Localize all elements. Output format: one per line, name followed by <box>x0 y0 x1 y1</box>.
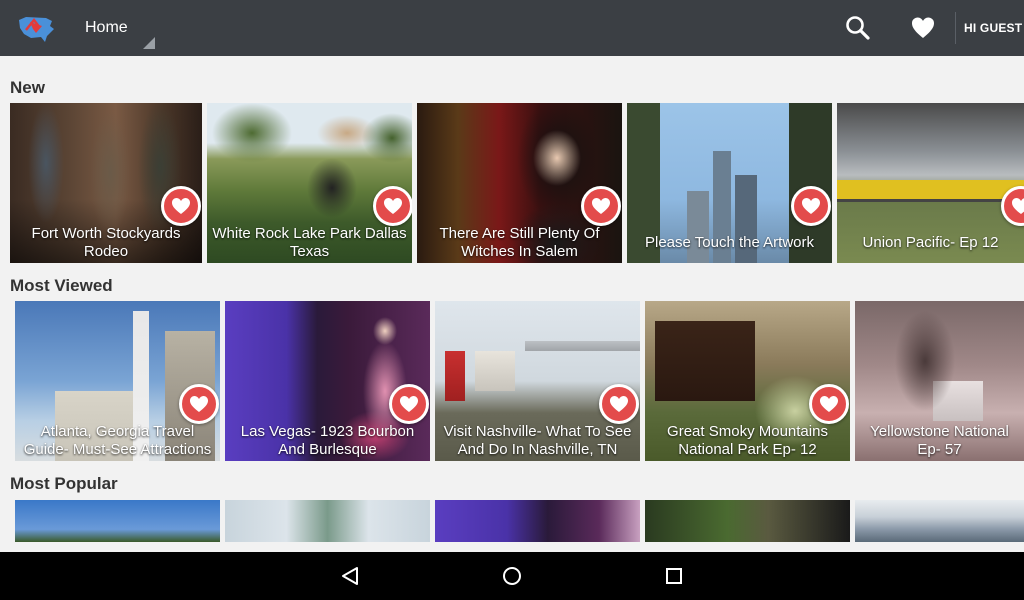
home-feed[interactable]: New Fort Worth Stockyards Rodeo White Ro… <box>0 56 1024 552</box>
home-icon[interactable] <box>500 564 524 588</box>
video-title: Visit Nashville- What To See And Do In N… <box>443 423 632 458</box>
app-bar: Home HI GUEST <box>0 0 1024 56</box>
recents-icon[interactable] <box>662 564 686 588</box>
section-title-most-viewed: Most Viewed <box>10 276 113 295</box>
toolbar-divider <box>955 12 956 44</box>
favorites-heart-icon[interactable] <box>909 14 937 42</box>
favorite-heart-icon[interactable] <box>389 384 429 424</box>
video-title: White Rock Lake Park Dallas Texas <box>212 225 407 260</box>
dropdown-caret-icon[interactable] <box>143 37 155 49</box>
video-card[interactable]: Visit Nashville- What To See And Do In N… <box>435 301 640 461</box>
usa-map-logo-icon[interactable] <box>16 12 56 44</box>
video-card[interactable]: Las Vegas- 1923 Bourbon And Burlesque <box>225 301 430 461</box>
favorite-heart-icon[interactable] <box>179 384 219 424</box>
row-new[interactable]: Fort Worth Stockyards Rodeo White Rock L… <box>0 103 1024 263</box>
video-card[interactable] <box>225 500 430 542</box>
video-card[interactable]: Yellowstone National Ep- 57 <box>855 301 1024 461</box>
video-card[interactable] <box>435 500 640 542</box>
section-selector[interactable]: Home <box>85 19 128 37</box>
video-card[interactable] <box>15 500 220 542</box>
video-title: Yellowstone National Ep- 57 <box>870 423 1009 458</box>
favorite-heart-icon[interactable] <box>373 186 412 226</box>
favorite-heart-icon[interactable] <box>161 186 201 226</box>
video-card[interactable]: Atlanta, Georgia Travel Guide- Must-See … <box>15 301 220 461</box>
video-card[interactable] <box>855 500 1024 542</box>
section-title-most-popular: Most Popular <box>10 474 118 493</box>
back-icon[interactable] <box>338 564 362 588</box>
video-card[interactable]: White Rock Lake Park Dallas Texas <box>207 103 412 263</box>
row-most-viewed[interactable]: Atlanta, Georgia Travel Guide- Must-See … <box>0 301 1024 461</box>
video-card[interactable]: There Are Still Plenty Of Witches In Sal… <box>417 103 622 263</box>
row-most-popular[interactable] <box>0 500 1024 542</box>
account-button[interactable]: HI GUEST <box>964 21 1022 35</box>
video-card[interactable]: Fort Worth Stockyards Rodeo <box>10 103 202 263</box>
favorite-heart-icon[interactable] <box>599 384 639 424</box>
video-card[interactable] <box>645 500 850 542</box>
video-title: Las Vegas- 1923 Bourbon And Burlesque <box>240 423 415 458</box>
favorite-heart-icon[interactable] <box>791 186 831 226</box>
video-card[interactable]: Great Smoky Mountains National Park Ep- … <box>645 301 850 461</box>
video-card[interactable]: Union Pacific- Ep 12 <box>837 103 1024 263</box>
section-title-new: New <box>10 78 45 97</box>
favorite-heart-icon[interactable] <box>809 384 849 424</box>
video-title: Please Touch the Artwork <box>645 234 814 251</box>
system-nav-bar <box>0 552 1024 600</box>
video-card[interactable]: Please Touch the Artwork <box>627 103 832 263</box>
video-title: Atlanta, Georgia Travel Guide- Must-See … <box>23 423 212 458</box>
favorite-heart-icon[interactable] <box>581 186 621 226</box>
video-title: Union Pacific- Ep 12 <box>862 234 999 251</box>
video-title: Great Smoky Mountains National Park Ep- … <box>667 423 828 458</box>
video-title: There Are Still Plenty Of Witches In Sal… <box>439 225 600 260</box>
search-icon[interactable] <box>844 14 872 42</box>
video-title: Fort Worth Stockyards Rodeo <box>31 225 181 260</box>
